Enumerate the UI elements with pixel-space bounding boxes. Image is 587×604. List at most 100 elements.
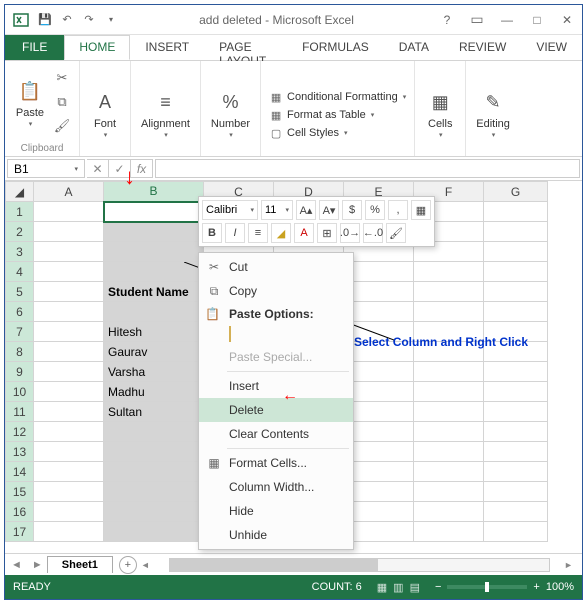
cell[interactable] <box>104 462 204 482</box>
mini-dec-decimal-icon[interactable]: ←.0 <box>363 223 383 243</box>
row-header[interactable]: 9 <box>6 362 34 382</box>
mini-format-painter-icon[interactable]: 🖌 <box>386 223 406 243</box>
cell[interactable] <box>104 502 204 522</box>
cell[interactable] <box>104 442 204 462</box>
scroll-right-icon[interactable]: ► <box>564 560 578 570</box>
close-icon[interactable]: ✕ <box>552 6 582 34</box>
zoom-control[interactable]: − + 100% <box>435 581 574 593</box>
undo-icon[interactable]: ↶ <box>57 10 77 30</box>
help-icon[interactable]: ? <box>432 6 462 34</box>
mini-table-icon[interactable]: ▦ <box>411 200 431 220</box>
row-header[interactable]: 2 <box>6 222 34 242</box>
cell[interactable] <box>104 422 204 442</box>
cell[interactable] <box>104 302 204 322</box>
scroll-left-icon[interactable]: ◄ <box>141 560 155 570</box>
cell[interactable]: Sultan <box>104 402 204 422</box>
menu-unhide[interactable]: Unhide <box>199 523 353 547</box>
cells-button[interactable]: ▦Cells▾ <box>421 85 459 141</box>
sheet-nav-prev-icon[interactable]: ◄ <box>5 559 26 571</box>
scroll-thumb[interactable] <box>170 559 379 571</box>
format-painter-icon[interactable]: 🖌 <box>51 115 73 137</box>
row-header[interactable]: 4 <box>6 262 34 282</box>
tab-data[interactable]: DATA <box>384 35 444 60</box>
formula-input[interactable] <box>155 159 580 178</box>
mini-border-icon[interactable]: ⊞ <box>317 223 337 243</box>
horizontal-scrollbar[interactable]: ◄ ► <box>137 558 582 572</box>
number-button[interactable]: %Number▾ <box>207 85 254 141</box>
row-header[interactable]: 3 <box>6 242 34 262</box>
alignment-button[interactable]: ≡Alignment▾ <box>137 85 194 141</box>
row-header[interactable]: 5 <box>6 282 34 302</box>
zoom-slider[interactable] <box>447 585 527 589</box>
cell[interactable] <box>104 202 204 222</box>
tab-home[interactable]: HOME <box>64 35 130 60</box>
menu-paste-special[interactable]: Paste Special... <box>199 345 353 369</box>
cell[interactable]: Hitesh <box>104 322 204 342</box>
row-header[interactable]: 11 <box>6 402 34 422</box>
mini-font-select[interactable]: Calibri▾ <box>202 200 258 220</box>
cancel-fx-icon[interactable]: ✕ <box>87 159 109 178</box>
mini-fill-icon[interactable]: ◢ <box>271 223 291 243</box>
row-header[interactable]: 6 <box>6 302 34 322</box>
tab-insert[interactable]: INSERT <box>130 35 204 60</box>
cell[interactable] <box>104 482 204 502</box>
mini-comma-icon[interactable]: , <box>388 200 408 220</box>
conditional-formatting-button[interactable]: ▦Conditional Formatting▾ <box>267 89 408 105</box>
increase-font-icon[interactable]: A▴ <box>296 200 316 220</box>
sheet-tab[interactable]: Sheet1 <box>47 556 113 573</box>
row-header[interactable]: 14 <box>6 462 34 482</box>
qat-more-icon[interactable]: ▾ <box>101 10 121 30</box>
menu-format-cells[interactable]: ▦Format Cells... <box>199 451 353 475</box>
menu-hide[interactable]: Hide <box>199 499 353 523</box>
cell[interactable]: Student Name <box>104 282 204 302</box>
row-header[interactable]: 15 <box>6 482 34 502</box>
col-header-b[interactable]: B <box>104 182 204 202</box>
menu-clear-contents[interactable]: Clear Contents <box>199 422 353 446</box>
paste-button[interactable]: 📋 Paste▾ <box>11 74 49 130</box>
cell[interactable] <box>104 262 204 282</box>
tab-page-layout[interactable]: PAGE LAYOUT <box>204 35 287 60</box>
cell[interactable] <box>104 242 204 262</box>
copy-icon[interactable]: ⧉ <box>51 91 73 113</box>
zoom-out-icon[interactable]: − <box>435 581 441 593</box>
cell[interactable]: Madhu <box>104 382 204 402</box>
decrease-font-icon[interactable]: A▾ <box>319 200 339 220</box>
menu-column-width[interactable]: Column Width... <box>199 475 353 499</box>
mini-size-select[interactable]: 11▾ <box>261 200 293 220</box>
mini-bold-icon[interactable]: B <box>202 223 222 243</box>
editing-button[interactable]: ✎Editing▾ <box>472 85 514 141</box>
cell[interactable] <box>104 522 204 542</box>
ribbon-options-icon[interactable]: ▭ <box>462 6 492 34</box>
save-icon[interactable]: 💾 <box>35 10 55 30</box>
tab-formulas[interactable]: FORMULAS <box>287 35 384 60</box>
cell[interactable]: Varsha <box>104 362 204 382</box>
font-button[interactable]: AFont▾ <box>86 85 124 141</box>
maximize-icon[interactable]: □ <box>522 6 552 34</box>
minimize-icon[interactable]: — <box>492 6 522 34</box>
view-buttons[interactable]: ▦▥▤ <box>374 581 423 594</box>
tab-review[interactable]: REVIEW <box>444 35 521 60</box>
row-header[interactable]: 12 <box>6 422 34 442</box>
zoom-in-icon[interactable]: + <box>533 581 539 593</box>
col-header-g[interactable]: G <box>484 182 548 202</box>
cut-icon[interactable]: ✂ <box>51 67 73 89</box>
row-header[interactable]: 7 <box>6 322 34 342</box>
row-header[interactable]: 13 <box>6 442 34 462</box>
paste-option-default-icon[interactable] <box>229 326 231 342</box>
name-box[interactable]: B1▾ <box>7 159 85 178</box>
row-header[interactable]: 1 <box>6 202 34 222</box>
menu-copy[interactable]: ⧉Copy <box>199 279 353 303</box>
row-header[interactable]: 17 <box>6 522 34 542</box>
menu-cut[interactable]: ✂Cut <box>199 255 353 279</box>
row-header[interactable]: 10 <box>6 382 34 402</box>
cell[interactable]: Gaurav <box>104 342 204 362</box>
select-all[interactable]: ◢ <box>6 182 34 202</box>
mini-percent-icon[interactable]: % <box>365 200 385 220</box>
mini-italic-icon[interactable]: I <box>225 223 245 243</box>
mini-align-icon[interactable]: ≡ <box>248 223 268 243</box>
sheet-nav-next-icon[interactable]: ► <box>26 559 47 571</box>
row-header[interactable]: 16 <box>6 502 34 522</box>
format-as-table-button[interactable]: ▦Format as Table▾ <box>267 107 376 123</box>
zoom-level[interactable]: 100% <box>546 581 574 593</box>
tab-file[interactable]: FILE <box>5 35 64 60</box>
